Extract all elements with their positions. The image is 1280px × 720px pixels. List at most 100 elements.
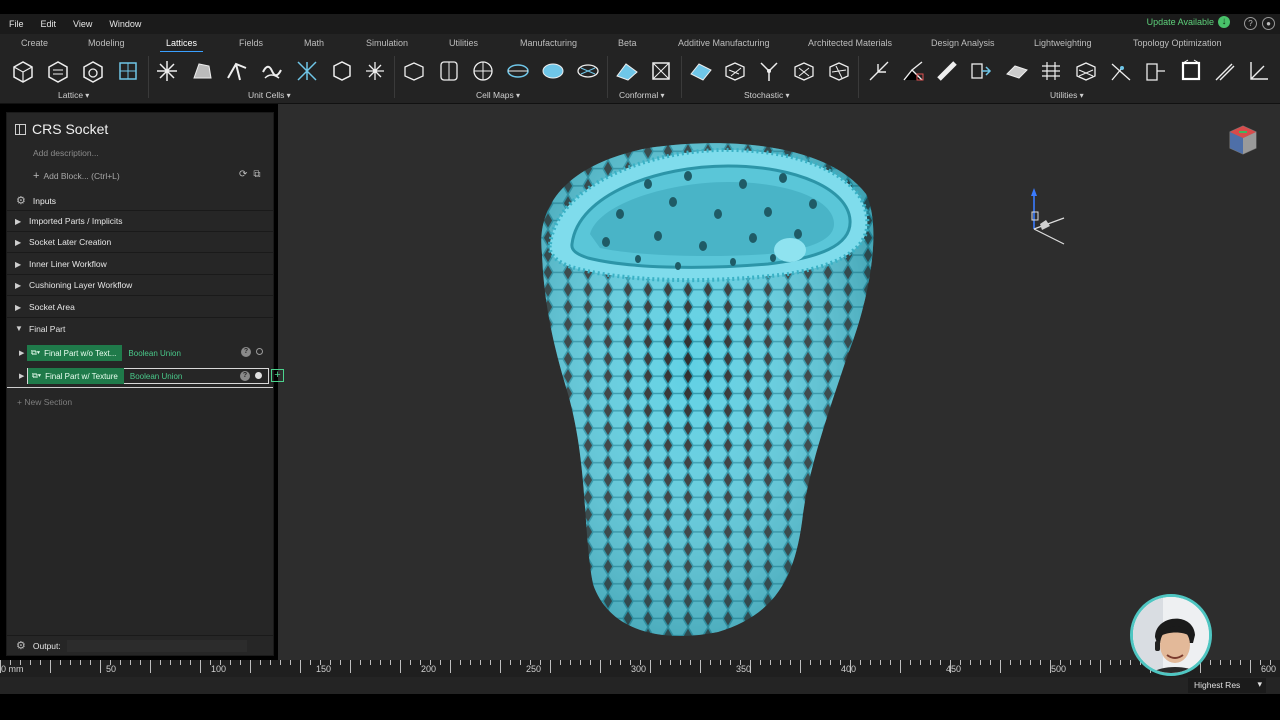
menu-edit[interactable]: Edit <box>32 19 65 29</box>
lattice-sphere-tool-icon[interactable] <box>80 58 106 84</box>
inputs-section[interactable]: ⚙ Inputs <box>7 191 273 211</box>
tab-manufacturing[interactable]: Manufacturing <box>520 38 577 48</box>
section-imported-parts[interactable]: ▶ Imported Parts / Implicits <box>7 211 273 232</box>
new-section-label: New Section <box>24 397 73 407</box>
conformal-volume-icon[interactable] <box>648 58 674 84</box>
tab-lattices[interactable]: Lattices <box>159 38 204 53</box>
ruler-label: 500 <box>1051 664 1067 674</box>
expand-arrow-icon[interactable]: ▶ <box>19 349 24 357</box>
lattice-graph-tool-icon[interactable] <box>45 58 71 84</box>
stochastic-graph-icon[interactable] <box>756 58 782 84</box>
section-inner-liner-workflow[interactable]: ▶ Inner Liner Workflow <box>7 254 273 275</box>
group-lattice[interactable]: Lattice <box>58 90 89 100</box>
lattice-box-tool-icon[interactable] <box>10 58 36 84</box>
cell-map-cylinder-icon[interactable] <box>436 58 462 84</box>
utility-surface-icon[interactable] <box>1004 58 1030 84</box>
output-field[interactable] <box>66 639 247 652</box>
ribbon-separator <box>394 56 395 98</box>
help-icon[interactable]: ? <box>240 371 250 381</box>
unit-cell-grid-icon[interactable] <box>362 58 388 84</box>
menu-window[interactable]: Window <box>100 19 149 29</box>
utility-thicken-icon[interactable] <box>934 58 960 84</box>
menu-view[interactable]: View <box>64 19 100 29</box>
notebook-title[interactable]: CRS Socket <box>32 121 108 137</box>
utility-trim-icon[interactable] <box>866 58 892 84</box>
tab-architected-materials[interactable]: Architected Materials <box>808 38 892 48</box>
group-utilities[interactable]: Utilities <box>1050 90 1084 100</box>
cell-map-warp-icon[interactable] <box>540 58 566 84</box>
utility-map-icon[interactable] <box>968 58 994 84</box>
group-stochastic[interactable]: Stochastic <box>744 90 789 100</box>
tab-create[interactable]: Create <box>21 38 48 48</box>
utility-lattice-icon[interactable] <box>1073 58 1099 84</box>
visibility-toggle-icon[interactable] <box>255 372 262 379</box>
utility-remesh-icon[interactable] <box>1143 58 1169 84</box>
lattice-cube-tool-icon[interactable] <box>115 58 141 84</box>
unit-cell-mesh-icon[interactable] <box>329 58 355 84</box>
utility-nodes-icon[interactable] <box>1108 58 1134 84</box>
chevron-right-icon: ▶ <box>15 280 22 290</box>
cell-map-surface-icon[interactable] <box>505 58 531 84</box>
section-final-part[interactable]: ▼ Final Part <box>7 318 273 339</box>
account-icon[interactable]: ● <box>1262 17 1275 30</box>
visibility-toggle-icon[interactable] <box>256 348 263 355</box>
cell-map-volume-icon[interactable] <box>575 58 601 84</box>
panel-toggle-icon[interactable] <box>15 123 26 135</box>
resolution-dropdown[interactable]: Highest Res <box>1188 678 1266 693</box>
unit-cell-tpms-icon[interactable] <box>259 58 285 84</box>
utility-cube-icon[interactable] <box>1178 58 1204 84</box>
stochastic-voronoi-icon[interactable] <box>791 58 817 84</box>
help-icon[interactable]: ? <box>241 347 251 357</box>
help-icon[interactable]: ? <box>1244 17 1257 30</box>
tab-math[interactable]: Math <box>304 38 324 48</box>
tab-utilities[interactable]: Utilities <box>449 38 478 48</box>
unit-cell-star-icon[interactable] <box>154 58 180 84</box>
3d-viewport[interactable] <box>278 104 1280 660</box>
section-socket-later-creation[interactable]: ▶ Socket Later Creation <box>7 232 273 253</box>
conformal-surface-icon[interactable] <box>614 58 640 84</box>
unit-cell-strut-icon[interactable] <box>189 58 215 84</box>
tab-modeling[interactable]: Modeling <box>88 38 125 48</box>
group-unit-cells[interactable]: Unit Cells <box>248 90 291 100</box>
gear-icon: ⚙ <box>16 195 26 207</box>
menu-file[interactable]: File <box>0 19 32 29</box>
refresh-icon[interactable]: ⟳ <box>239 169 247 180</box>
utility-grid-icon[interactable] <box>1038 58 1064 84</box>
duplicate-icon[interactable]: ⧉ <box>253 169 260 180</box>
stochastic-random-icon[interactable] <box>826 58 852 84</box>
tab-design-analysis[interactable]: Design Analysis <box>931 38 995 48</box>
view-cube-icon[interactable] <box>1226 122 1260 156</box>
block-final-part-with-texture[interactable]: ⧉▾ Final Part w/ Texture Boolean Union ? <box>27 368 269 384</box>
tab-lightweighting[interactable]: Lightweighting <box>1034 38 1092 48</box>
tab-topology-optimization[interactable]: Topology Optimization <box>1133 38 1222 48</box>
expand-arrow-icon[interactable]: ▶ <box>19 372 24 380</box>
insert-divider <box>7 387 273 388</box>
utility-pen-icon[interactable] <box>1212 58 1238 84</box>
unit-cell-custom-icon[interactable] <box>294 58 320 84</box>
block-tree-panel: CRS Socket Add description... + Add Block… <box>6 112 274 656</box>
block-name: Final Part w/o Text... <box>44 348 117 358</box>
tab-fields[interactable]: Fields <box>239 38 263 48</box>
tab-beta[interactable]: Beta <box>618 38 637 48</box>
ruler-label: 450 <box>946 664 962 674</box>
description-field[interactable]: Add description... <box>33 148 99 158</box>
tab-simulation[interactable]: Simulation <box>366 38 408 48</box>
new-section-button[interactable]: + New Section <box>17 397 72 407</box>
utility-measure-icon[interactable] <box>1246 58 1272 84</box>
section-socket-area[interactable]: ▶ Socket Area <box>7 297 273 318</box>
stochastic-surface-icon[interactable] <box>688 58 714 84</box>
tab-additive-manufacturing[interactable]: Additive Manufacturing <box>678 38 770 48</box>
stochastic-box-icon[interactable] <box>722 58 748 84</box>
update-available-button[interactable]: Update Available ↓ <box>1147 16 1230 28</box>
group-cell-maps[interactable]: Cell Maps <box>476 90 520 100</box>
block-final-part-without-texture[interactable]: ⧉▾ Final Part w/o Text... Boolean Union … <box>27 345 269 361</box>
section-cushioning-layer-workflow[interactable]: ▶ Cushioning Layer Workflow <box>7 275 273 296</box>
add-block-button[interactable]: + Add Block... (Ctrl+L) <box>33 170 120 182</box>
cell-map-box-icon[interactable] <box>401 58 427 84</box>
plus-icon: + <box>33 170 40 182</box>
utility-scale-icon[interactable] <box>900 58 926 84</box>
group-conformal[interactable]: Conformal <box>619 90 664 100</box>
cell-map-sphere-icon[interactable] <box>470 58 496 84</box>
unit-cell-graph-icon[interactable] <box>224 58 250 84</box>
add-block-inline-button[interactable]: + <box>271 369 284 382</box>
